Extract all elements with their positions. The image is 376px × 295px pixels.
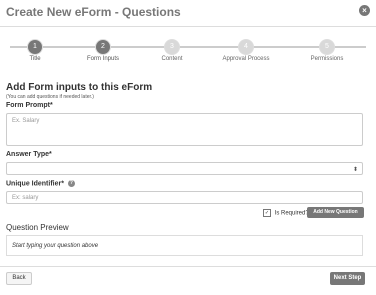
select-caret-icon: ⬍ xyxy=(352,167,358,173)
unique-identifier-label-text: Unique Identifier* xyxy=(6,180,64,188)
step-approval-process[interactable]: 4 Approval Process xyxy=(213,40,279,62)
close-icon[interactable]: × xyxy=(359,5,370,16)
step-label: Form Inputs xyxy=(86,56,119,62)
step-label: Title xyxy=(29,56,41,62)
help-icon[interactable]: ? xyxy=(67,180,75,187)
modal-title: Create New eForm - Questions xyxy=(6,5,181,19)
modal-header: Create New eForm - Questions × xyxy=(0,0,376,27)
progress-stepper: 1 Title 2 Form Inputs 3 Content 4 Approv… xyxy=(0,36,376,66)
step-dot: 1 xyxy=(28,40,42,54)
is-required-checkbox[interactable]: ✓ Is Required? xyxy=(263,209,309,217)
step-label: Content xyxy=(161,56,183,62)
step-label: Permissions xyxy=(310,56,344,62)
step-permissions[interactable]: 5 Permissions xyxy=(294,40,360,62)
form-prompt-label: Form Prompt* xyxy=(6,102,53,109)
step-title[interactable]: 1 Title xyxy=(2,40,68,62)
step-form-inputs[interactable]: 2 Form Inputs xyxy=(70,40,136,62)
back-button[interactable]: Back xyxy=(6,272,32,285)
section-title: Add Form inputs to this eForm xyxy=(6,82,153,93)
step-label: Approval Process xyxy=(222,56,270,62)
step-dot: 2 xyxy=(96,40,110,54)
next-step-button[interactable]: Next Step xyxy=(330,272,365,285)
checkbox-check-icon[interactable]: ✓ xyxy=(263,209,271,217)
is-required-label: Is Required? xyxy=(274,210,309,217)
step-dot: 4 xyxy=(239,40,253,54)
answer-type-label: Answer Type* xyxy=(6,151,52,158)
eform-modal: Create New eForm - Questions × 1 Title 2… xyxy=(0,0,376,294)
section-hint: (You can add questions if needed later.) xyxy=(6,94,94,100)
question-preview-box: Start typing your question above xyxy=(6,235,363,256)
unique-identifier-label: Unique Identifier* ? xyxy=(6,180,75,187)
step-dot: 3 xyxy=(165,40,179,54)
unique-identifier-input[interactable]: Ex: salary xyxy=(6,191,363,204)
add-new-question-button[interactable]: Add New Question xyxy=(307,207,364,218)
form-prompt-textarea[interactable]: Ex. Salary xyxy=(6,113,363,146)
modal-footer xyxy=(0,266,376,295)
question-preview-title: Question Preview xyxy=(6,223,69,232)
answer-type-select[interactable]: ⬍ xyxy=(6,162,363,175)
step-content[interactable]: 3 Content xyxy=(139,40,205,62)
step-dot: 5 xyxy=(320,40,334,54)
